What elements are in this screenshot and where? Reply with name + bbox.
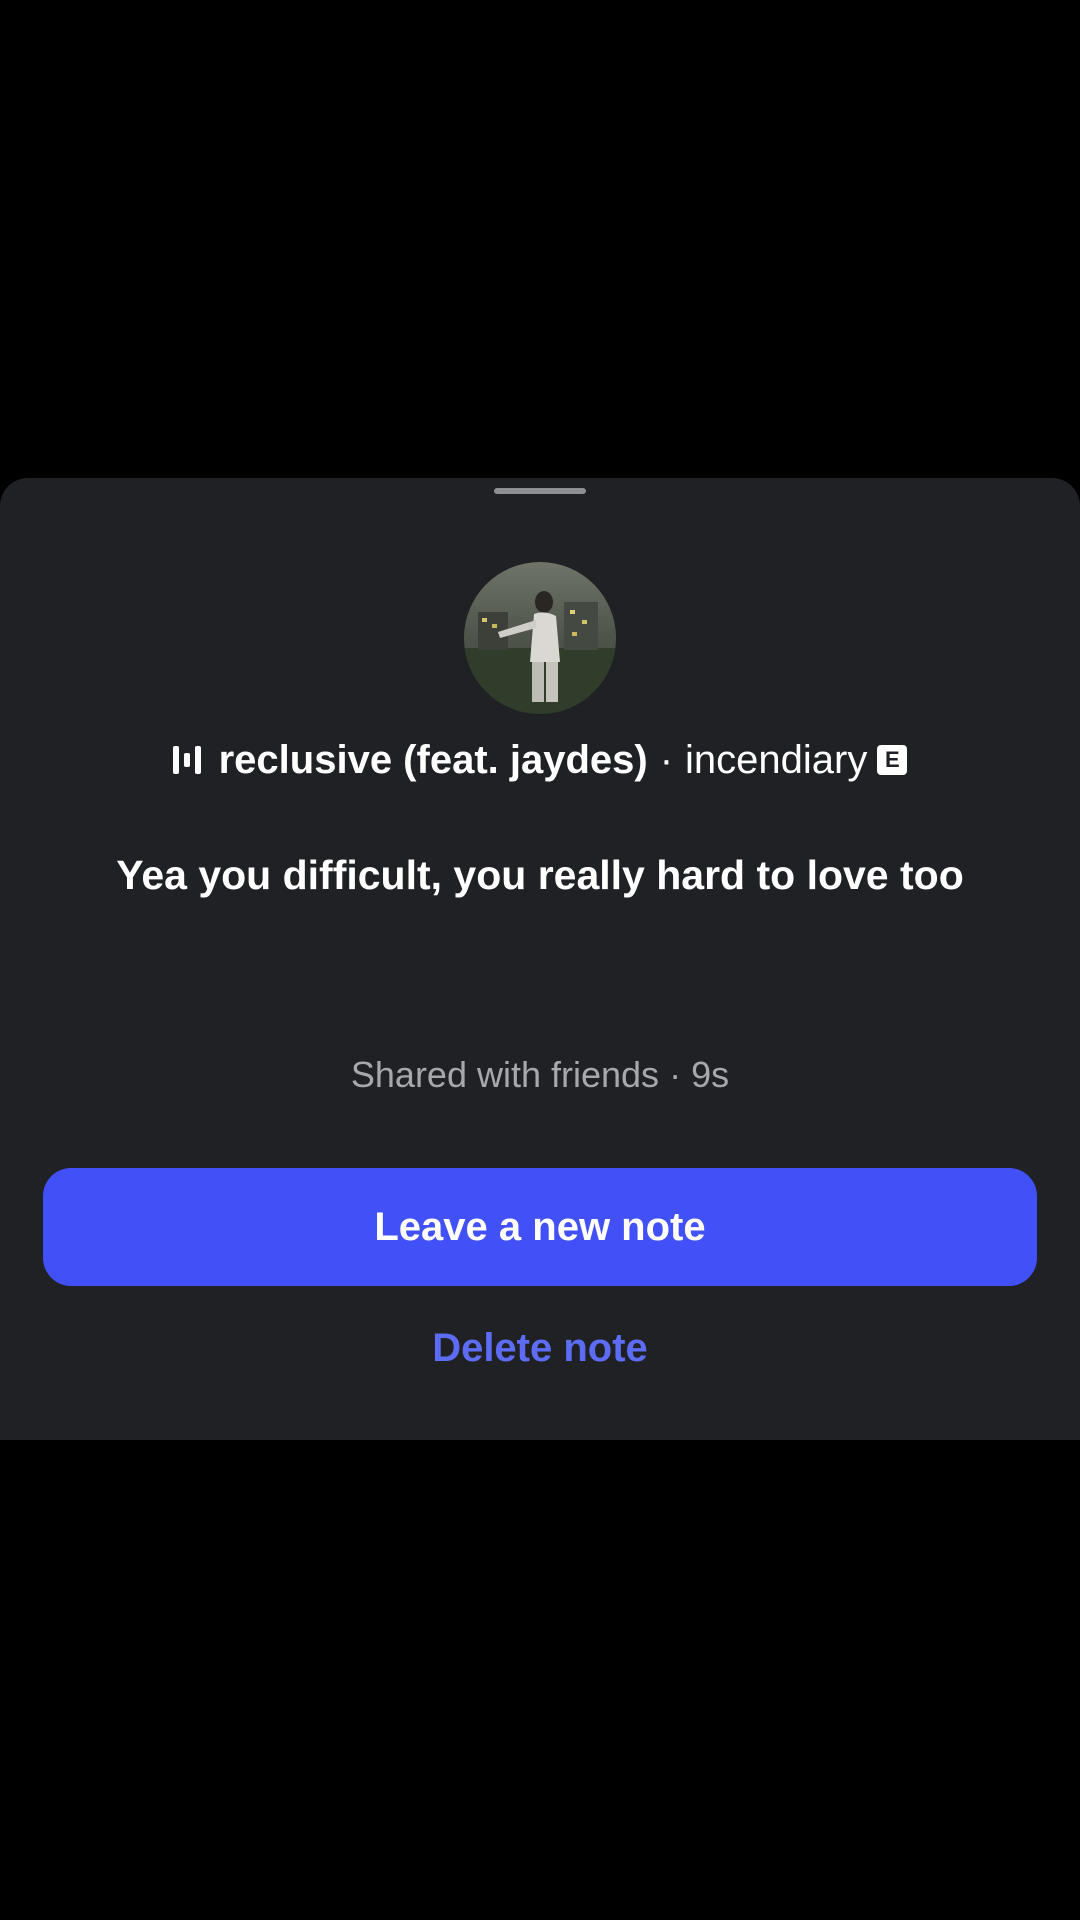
song-title: reclusive (feat. jaydes) (218, 737, 648, 782)
music-separator: · (659, 737, 674, 782)
meta-separator: · (669, 1054, 682, 1095)
music-equalizer-icon (172, 745, 201, 775)
time-ago: 9s (691, 1054, 730, 1095)
avatar (464, 562, 616, 714)
audience-label: Shared with friends (350, 1054, 660, 1095)
dimmed-backdrop-bottom[interactable] (0, 1440, 1080, 1920)
artist-name: incendiary (685, 737, 868, 782)
note-bottom-sheet: reclusive (feat. jaydes) · incendiary E … (0, 478, 1080, 1440)
note-text: Yea you difficult, you really hard to lo… (116, 852, 964, 898)
dimmed-backdrop-top[interactable] (0, 0, 1080, 478)
delete-note-button[interactable]: Delete note (0, 1308, 1080, 1388)
note-meta: Shared with friends · 9s (0, 1050, 1080, 1100)
explicit-badge: E (877, 745, 908, 775)
drag-handle[interactable] (494, 488, 586, 494)
music-attachment[interactable]: reclusive (feat. jaydes) · incendiary E (0, 730, 1080, 790)
leave-new-note-button[interactable]: Leave a new note (43, 1168, 1037, 1286)
